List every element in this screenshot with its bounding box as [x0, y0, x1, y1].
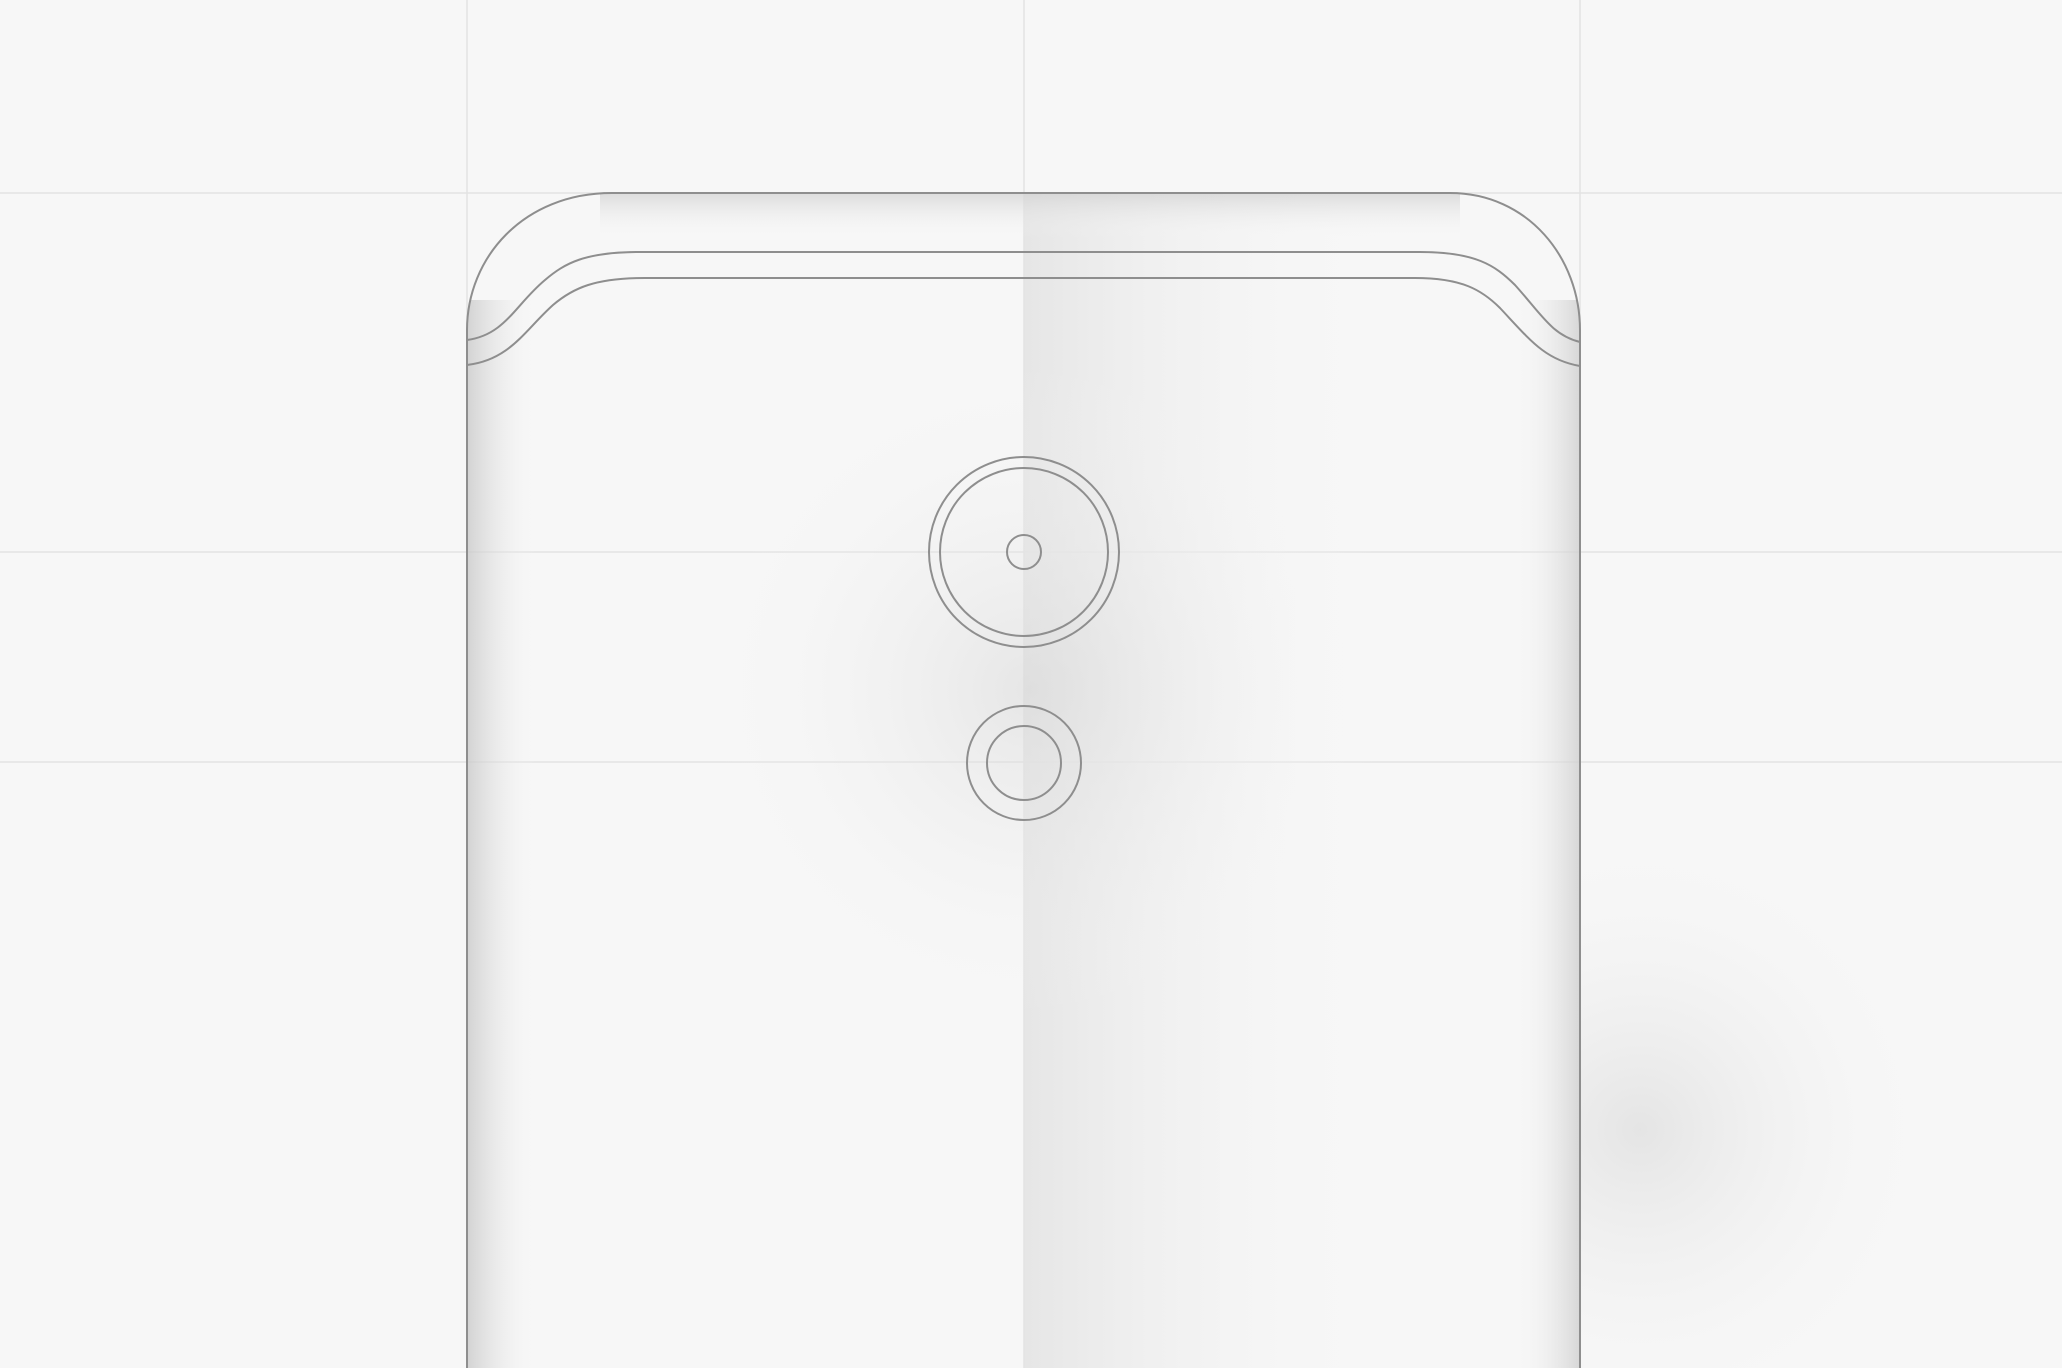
- center-shade: [467, 193, 1580, 1368]
- body-shading: [467, 193, 1580, 1368]
- right-edge-shadow: [1515, 300, 1580, 1368]
- outer-right-shade: [1580, 760, 2000, 1368]
- illustration-canvas: [0, 0, 2062, 1368]
- phone-back-sketch: [0, 0, 2062, 1368]
- left-edge-shadow: [467, 300, 537, 1368]
- top-edge-shadow: [600, 193, 1460, 238]
